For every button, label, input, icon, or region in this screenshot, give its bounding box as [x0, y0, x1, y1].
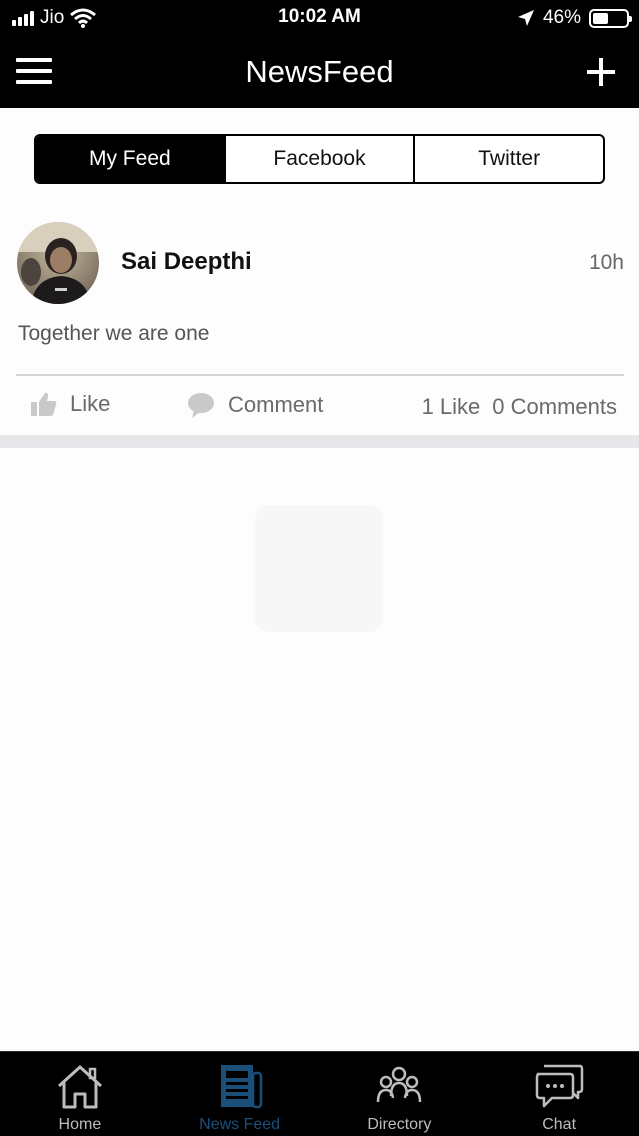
- page-title: NewsFeed: [245, 54, 394, 89]
- tab-chat-label: Chat: [542, 1116, 577, 1133]
- tab-facebook[interactable]: Facebook: [223, 136, 414, 182]
- comment-icon: [188, 393, 214, 418]
- like-label: Like: [70, 391, 111, 416]
- post-author-name[interactable]: Sai Deepthi: [121, 248, 252, 276]
- feed-post: Sai Deepthi 10h Together we are one Like…: [0, 205, 639, 435]
- people-icon: [377, 1066, 422, 1103]
- tab-home[interactable]: Home: [0, 1052, 160, 1136]
- bottom-tab-bar: Home News Feed Directory Chat: [0, 1051, 639, 1136]
- likes-count[interactable]: 1 Like: [422, 394, 481, 420]
- post-divider: [16, 374, 624, 376]
- tab-home-label: Home: [58, 1116, 102, 1133]
- newspaper-icon: [220, 1065, 262, 1109]
- tab-news-feed[interactable]: News Feed: [160, 1052, 320, 1136]
- tab-my-feed[interactable]: My Feed: [36, 136, 224, 182]
- tab-directory[interactable]: Directory: [320, 1052, 480, 1136]
- avatar[interactable]: [17, 222, 99, 304]
- tab-news-feed-label: News Feed: [199, 1116, 281, 1133]
- location-arrow-icon: [517, 10, 534, 26]
- nav-bar: NewsFeed: [0, 36, 639, 108]
- comments-count[interactable]: 0 Comments: [492, 394, 617, 420]
- battery-percent: 46%: [542, 7, 581, 28]
- status-right: 46%: [517, 6, 632, 30]
- like-button[interactable]: Like: [30, 391, 110, 417]
- tab-twitter[interactable]: Twitter: [413, 136, 603, 182]
- loading-placeholder: [255, 505, 383, 632]
- comment-button[interactable]: Comment: [186, 391, 323, 419]
- post-counts: 1 Like 0 Comments: [422, 394, 617, 420]
- feed-source-tabs: My Feed Facebook Twitter: [34, 134, 605, 184]
- tab-chat[interactable]: Chat: [479, 1052, 639, 1136]
- battery-icon: [589, 8, 632, 28]
- thumbs-up-icon: [31, 392, 57, 416]
- battery-fill: [593, 12, 608, 24]
- add-post-icon[interactable]: [587, 58, 615, 86]
- post-text: Together we are one: [18, 322, 210, 345]
- home-icon: [57, 1065, 102, 1109]
- status-bar: Jio 10:02 AM 46%: [0, 0, 639, 36]
- feed-separator: [0, 435, 639, 448]
- comment-label: Comment: [228, 392, 324, 417]
- tab-directory-label: Directory: [367, 1116, 432, 1133]
- chat-bubble-icon: [535, 1064, 584, 1108]
- post-timestamp: 10h: [588, 251, 624, 274]
